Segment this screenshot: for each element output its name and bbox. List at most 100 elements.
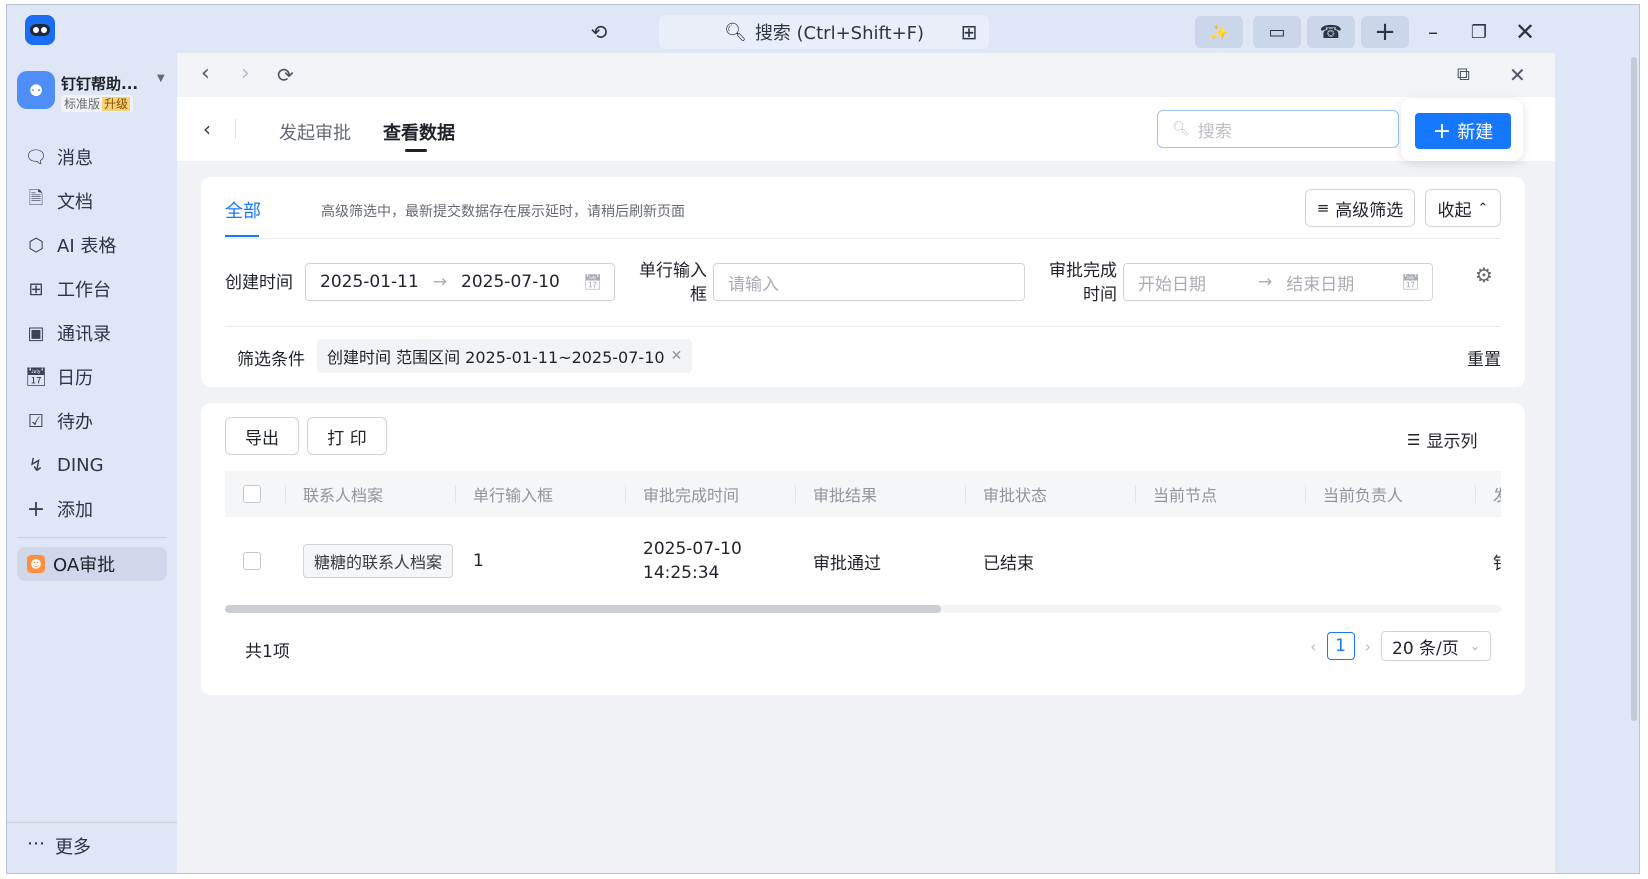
upgrade-link[interactable]: 升级 — [102, 97, 131, 111]
ai-icon[interactable]: ✨ — [1195, 16, 1243, 48]
contact-cell: 糖糖的联系人档案 — [285, 517, 455, 605]
apps-icon[interactable]: ⊞ — [945, 16, 993, 48]
back-icon[interactable]: ‹ — [201, 61, 210, 86]
owner-cell — [1305, 517, 1475, 605]
settings-gear-icon[interactable]: ⚙ — [1475, 263, 1493, 287]
sidebar-item-docs[interactable]: 🗎︎ 文档 — [23, 179, 173, 223]
divider — [225, 238, 1501, 239]
sidebar-item-label: 文档 — [57, 192, 93, 213]
sidebar-item-label: 待办 — [57, 412, 93, 433]
plus-icon[interactable]: + — [1361, 16, 1409, 48]
prev-page-icon[interactable]: ‹ — [1310, 637, 1316, 656]
sidebar-item-label: DING — [57, 454, 104, 476]
chevron-down-icon: ⌄ — [1469, 639, 1480, 653]
vertical-scrollbar[interactable] — [1631, 57, 1637, 721]
sidebar-item-workbench[interactable]: ⊞ 工作台 — [23, 267, 173, 311]
total-count: 共1项 — [245, 642, 290, 662]
advanced-filter-button[interactable]: ≡ 高级筛选 — [1305, 189, 1415, 227]
minimize-icon[interactable]: – — [1409, 16, 1457, 48]
oa-approval-icon: ☻ — [27, 555, 45, 573]
filter-conditions-label: 筛选条件 — [237, 350, 305, 370]
reset-button[interactable]: 重置 — [1467, 345, 1501, 370]
collapse-button[interactable]: 收起 ⌃ — [1425, 189, 1501, 227]
filter-condition-text: 创建时间 范围区间 2025-01-11~2025-07-10 — [327, 348, 665, 367]
screen-cast-icon[interactable]: ▭ — [1253, 16, 1301, 48]
restore-icon[interactable]: ❐ — [1455, 16, 1503, 48]
ai-table-icon: ⬡ — [28, 234, 44, 256]
sidebar-divider — [17, 537, 167, 538]
arrow-right-icon: → — [432, 272, 448, 292]
table-header: 联系人档案 单行输入框 审批完成时间 审批结果 审批状态 当前节点 当前负责人 … — [225, 471, 1501, 517]
scrollbar-thumb[interactable] — [225, 605, 941, 613]
page-search-input[interactable]: 🔍︎ 搜索 — [1157, 110, 1399, 148]
single-line-input[interactable]: 请输入 — [713, 263, 1025, 301]
remove-tag-icon[interactable]: ✕ — [671, 348, 683, 364]
sidebar-more[interactable]: ⋯ 更多 — [27, 833, 91, 859]
sidebar-item-contacts[interactable]: ▣ 通讯录 — [23, 311, 173, 355]
refresh-icon[interactable]: ⟳ — [277, 63, 294, 87]
table-row[interactable]: 糖糖的联系人档案 1 2025-07-10 14:25:34 审批通过 已结束 … — [225, 517, 1501, 605]
column-header[interactable]: 审批结果 — [795, 471, 965, 517]
print-button[interactable]: 打 印 — [307, 417, 387, 455]
select-all-checkbox[interactable] — [243, 485, 261, 503]
page-search-placeholder: 搜索 — [1197, 121, 1232, 142]
show-columns-button[interactable]: ☰ 显示列 — [1407, 427, 1477, 453]
done-date: 2025-07-10 — [643, 539, 742, 559]
column-header[interactable]: 当前节点 — [1135, 471, 1305, 517]
tab-view-data[interactable]: 查看数据 — [383, 119, 455, 145]
page-number[interactable]: 1 — [1326, 632, 1355, 660]
column-header[interactable]: 单行输入框 — [455, 471, 625, 517]
close-icon[interactable]: ✕ — [1501, 16, 1549, 48]
filter-hint: 高级筛选中，最新提交数据存在展示延时，请稍后刷新页面 — [321, 204, 685, 220]
end-date-placeholder: 结束日期 — [1286, 274, 1355, 295]
approval-done-range-picker[interactable]: 开始日期 → 结束日期 📅︎ — [1123, 263, 1433, 301]
back-icon[interactable]: ‹ — [203, 117, 211, 141]
advanced-filter-label: 高级筛选 — [1335, 200, 1404, 221]
open-external-icon[interactable]: ⧉ — [1457, 64, 1470, 85]
sidebar-item-oa-approval[interactable]: ☻ OA审批 — [17, 547, 167, 581]
row-checkbox[interactable] — [243, 552, 261, 570]
close-panel-icon[interactable]: ✕ — [1509, 63, 1526, 87]
history-icon[interactable]: ⟲ — [575, 16, 623, 48]
created-time-range-picker[interactable]: 2025-01-11 → 2025-07-10 📅︎ — [305, 263, 615, 301]
sidebar-item-label: OA审批 — [53, 555, 116, 576]
sidebar-item-ding[interactable]: ↯ DING — [23, 443, 173, 487]
page-size-select[interactable]: 20 条/页 ⌄ — [1381, 631, 1491, 661]
approval-done-time-label: 审批完成时间 — [1049, 261, 1117, 305]
more-icon: ⋯ — [27, 833, 45, 854]
column-header[interactable]: 当前负责人 — [1305, 471, 1475, 517]
calendar-icon: 📅︎ — [1400, 273, 1420, 291]
node-cell — [1135, 517, 1305, 605]
calendar-icon: 📅︎ — [582, 273, 602, 291]
column-header[interactable]: 审批完成时间 — [625, 471, 795, 517]
call-icon[interactable]: ☎ — [1307, 16, 1355, 48]
contact-archive-tag[interactable]: 糖糖的联系人档案 — [303, 544, 454, 578]
dingtalk-logo-icon[interactable] — [25, 15, 55, 45]
sidebar-item-ai-table[interactable]: ⬡ AI 表格 — [23, 223, 173, 267]
export-button[interactable]: 导出 — [225, 417, 299, 455]
sidebar-item-todo[interactable]: ☑ 待办 — [23, 399, 173, 443]
horizontal-scrollbar[interactable] — [225, 605, 1501, 613]
new-button[interactable]: + 新建 — [1415, 113, 1511, 149]
next-page-icon[interactable]: › — [1365, 637, 1371, 656]
sidebar-item-add[interactable]: + 添加 — [23, 487, 173, 531]
content-panel: ‹ › ⟳ ⧉ ✕ ‹ 发起审批 查看数据 🔍︎ 搜索 + 新建 全部 高级筛选… — [177, 53, 1555, 873]
sidebar-item-calendar[interactable]: 📅︎ 日历 — [23, 355, 173, 399]
content-toolbar: ‹ › ⟳ ⧉ ✕ — [177, 53, 1555, 97]
workbench-icon: ⊞ — [28, 278, 44, 300]
message-icon: 🗨︎ — [24, 146, 48, 168]
title-bar: ⟲ 🔍︎ 搜索 (Ctrl+Shift+F) ⊞ ✨ ▭ ☎ + – ❐ ✕ — [7, 5, 1639, 57]
org-switcher[interactable]: ⚉ 钉钉帮助... ▼ 标准版 升级 — [17, 71, 177, 113]
start-date-placeholder: 开始日期 — [1138, 274, 1206, 295]
done-time-cell: 2025-07-10 14:25:34 — [625, 517, 795, 605]
tab-all[interactable]: 全部 — [225, 197, 261, 223]
sidebar-item-messages[interactable]: 🗨︎ 消息 — [23, 135, 173, 179]
tab-initiate-approval[interactable]: 发起审批 — [279, 119, 351, 145]
column-header[interactable]: 发 — [1475, 471, 1501, 517]
extra-cell: 钉 — [1475, 517, 1501, 605]
forward-icon[interactable]: › — [241, 61, 250, 86]
column-header[interactable]: 联系人档案 — [285, 471, 455, 517]
column-header[interactable]: 审批状态 — [965, 471, 1135, 517]
global-search-input[interactable]: 🔍︎ 搜索 (Ctrl+Shift+F) — [659, 15, 989, 49]
global-search-placeholder: 搜索 (Ctrl+Shift+F) — [754, 23, 925, 44]
